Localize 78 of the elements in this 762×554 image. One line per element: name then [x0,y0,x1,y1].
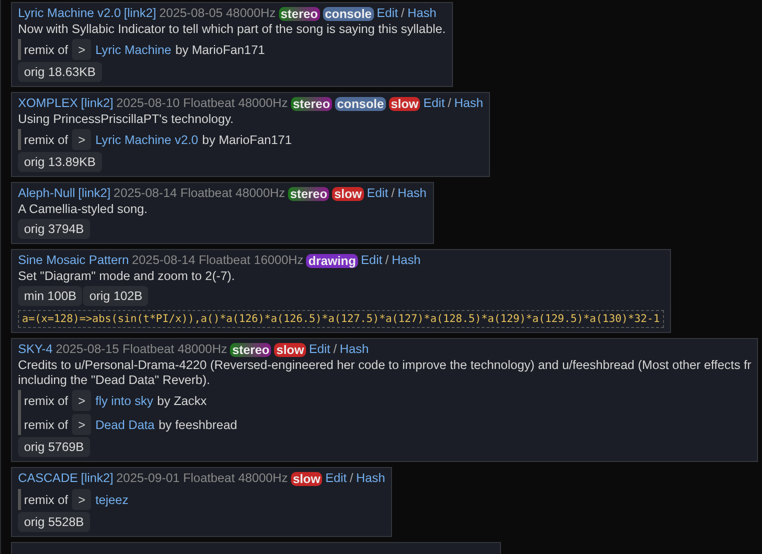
remix-label: remix of [24,418,68,432]
hash-link[interactable]: Hash [340,341,369,358]
remix-source-link[interactable]: Lyric Machine v2.0 [95,132,198,146]
remix-source-link[interactable]: tejeez [95,492,128,506]
size-button[interactable]: orig 5769B [18,437,90,457]
tag-badge: slow [388,96,420,110]
remix-label: remix of [24,492,68,506]
size-button[interactable]: orig 5528B [18,512,90,532]
separator: / [385,252,389,269]
edit-link[interactable]: Edit [325,470,347,487]
link2-link[interactable]: [link2] [124,5,156,22]
tag-badge: slow [290,472,322,486]
song-title-link[interactable]: Sine Mosaic Pattern [18,252,129,269]
separator: / [448,95,452,112]
tag-badge: stereo [290,96,332,110]
song-description: Using PrincessPriscillaPT's technology. [18,112,235,127]
tag-badge: drawing [306,254,358,268]
size-button[interactable]: orig 13.89KB [18,152,102,172]
song-meta: 2025-08-14 Floatbeat 16000Hz [132,252,304,269]
song-description: Now with Syllabic Indicator to tell which part of the song is saying this syllable. [18,22,446,37]
song-description: including the "Dead Data" Reverb). [18,373,212,388]
remix-author: by MarioFan171 [175,42,265,56]
song-title-link[interactable]: SKY-4 [18,341,53,358]
remix-source-link[interactable]: Dead Data [95,418,155,432]
edit-link[interactable]: Edit [308,341,330,358]
song-title-link[interactable]: CASCADE [18,470,78,487]
tag-badge: console [322,6,374,20]
song-title-link[interactable]: XOMPLEX [18,95,78,112]
hash-link[interactable]: Hash [408,5,436,22]
remix-author: by MarioFan171 [202,132,292,146]
remix-author: by feeshbread [158,418,238,432]
song-title-link[interactable]: Lyric Machine v2.0 [18,5,121,22]
code-block: a=(x=128)=>abs(sin(t*PI/x)),a()*a(126)*a(126.5)*a(127.5)*a(127)*a(128.5)*a(129)*a(129.5)*a(130)*32-1 [18,310,664,328]
hash-link[interactable]: Hash [356,470,386,487]
tag-badge: stereo [278,6,320,20]
separator: / [350,470,354,487]
remix-source-link[interactable]: Lyric Machine [95,42,172,56]
edit-link[interactable]: Edit [423,95,445,112]
remix-author: by Zackx [157,394,207,408]
tag-badge: slow [332,186,364,200]
size-button[interactable]: orig 3794B [18,219,90,239]
remix-label: remix of [24,394,68,408]
tag-badge: slow [274,342,306,356]
edit-link[interactable]: Edit [360,252,382,269]
size-button[interactable]: min 100B [18,286,82,306]
size-button[interactable]: orig 102B [83,286,148,306]
tag-badge: console [335,96,386,110]
hash-link[interactable]: Hash [398,185,427,202]
hash-link[interactable]: Hash [454,95,484,112]
link2-link[interactable]: [link2] [80,470,114,487]
edit-link[interactable]: Edit [376,5,398,22]
song-description: Set "Diagram" mode and zoom to 2(-7). [18,269,236,284]
hash-link[interactable]: Hash [392,252,421,269]
remix-label: remix of [24,132,68,146]
song-meta: 2025-08-05 48000Hz [159,5,276,22]
expand-button[interactable]: > [72,489,92,510]
song-meta: 2025-08-10 Floatbeat 48000Hz [116,95,288,112]
separator: / [333,341,337,358]
tag-badge: stereo [230,342,272,356]
expand-button[interactable]: > [72,39,92,60]
song-meta: 2025-08-15 Floatbeat 48000Hz [56,341,228,358]
song-description: A Camellia-styled song. [18,202,148,217]
expand-button[interactable]: > [72,390,92,411]
remix-label: remix of [24,42,68,56]
expand-button[interactable]: > [72,129,92,150]
expand-button[interactable]: > [72,414,92,435]
size-button[interactable]: orig 18.63KB [18,62,102,82]
link2-link[interactable]: [link2] [78,185,111,202]
remix-source-link[interactable]: fly into sky [95,394,154,408]
song-meta: 2025-08-14 Floatbeat 48000Hz [114,185,286,202]
song-description: Credits to u/Personal-Drama-4220 (Reversed-engineered her code to improve the technology) and u/feeshbread (Most other effects fr [18,358,752,373]
tag-badge: stereo [288,186,330,200]
separator: / [401,5,404,22]
song-meta: 2025-09-01 Floatbeat 48000Hz [116,470,288,487]
link2-link[interactable]: [link2] [80,95,114,112]
edit-link[interactable]: Edit [366,185,388,202]
separator: / [391,185,395,202]
song-title-link[interactable]: Aleph-Null [18,185,76,202]
